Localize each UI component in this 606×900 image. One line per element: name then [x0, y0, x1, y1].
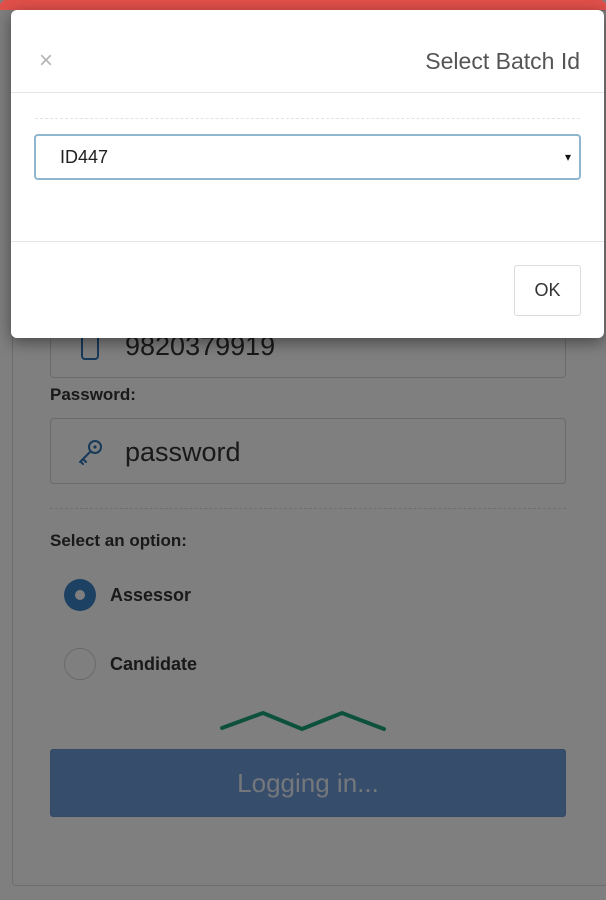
modal-title: Select Batch Id [425, 48, 580, 74]
ok-button[interactable]: OK [514, 265, 581, 316]
chevron-down-icon: ▾ [564, 150, 571, 164]
modal-footer-divider [11, 241, 604, 242]
modal-dotted-divider [35, 118, 580, 119]
modal-accent-bar [0, 0, 606, 10]
select-batch-modal: × Select Batch Id ID447 ▾ OK [11, 10, 604, 338]
batch-id-select[interactable]: ID447 ▾ [34, 134, 581, 180]
batch-id-value: ID447 [60, 147, 109, 167]
modal-header-divider [11, 92, 604, 93]
close-icon[interactable]: × [33, 48, 59, 74]
